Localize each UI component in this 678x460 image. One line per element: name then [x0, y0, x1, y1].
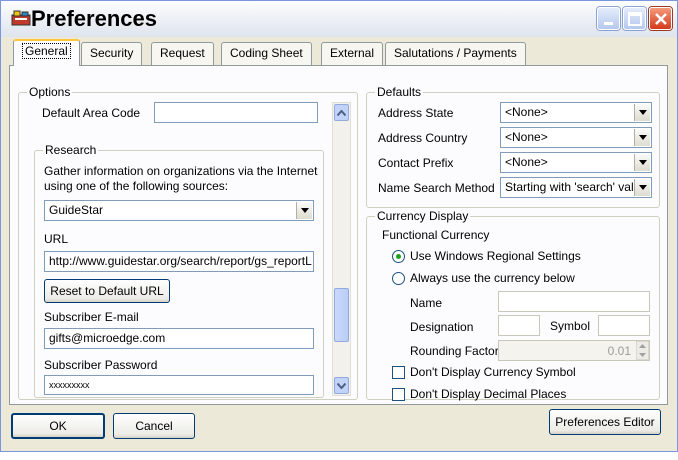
url-input[interactable]: http://www.guidestar.org/search/report/g… — [44, 251, 314, 272]
rounding-factor-value: 0.01 — [607, 344, 631, 358]
subscriber-password-label: Subscriber Password — [44, 358, 158, 372]
minimize-icon — [604, 22, 613, 25]
address-country-select[interactable]: <None> — [500, 127, 652, 148]
currency-name-input[interactable] — [498, 291, 650, 312]
tab-request-label: Request — [160, 46, 205, 60]
default-area-code-input[interactable] — [154, 102, 318, 123]
currency-name-label: Name — [410, 296, 443, 310]
reset-default-url-button[interactable]: Reset to Default URL — [44, 279, 170, 303]
tab-coding-sheet[interactable]: Coding Sheet — [221, 42, 312, 65]
name-search-method-label: Name Search Method — [378, 181, 495, 195]
address-state-label: Address State — [378, 106, 454, 120]
defaults-group-label: Defaults — [375, 85, 424, 99]
name-search-method-value: Starting with 'search' val — [505, 180, 634, 194]
window-title: Preferences — [31, 6, 157, 31]
maximize-button[interactable] — [623, 7, 646, 30]
symbol-input[interactable] — [598, 315, 650, 336]
hide-decimal-places-label[interactable]: Don't Display Decimal Places — [410, 387, 566, 401]
preferences-editor-button[interactable]: Preferences Editor — [549, 409, 661, 435]
research-source-select[interactable]: GuideStar — [44, 200, 314, 221]
tab-salutations-payments-label: Salutations / Payments — [394, 46, 517, 60]
general-tab-panel: Options Default Area Code Research Gathe… — [9, 65, 668, 405]
rounding-factor-input[interactable]: 0.01 — [498, 340, 650, 361]
rounding-factor-label: Rounding Factor — [410, 344, 499, 358]
research-description-line1: Gather information on organizations via … — [44, 164, 318, 178]
subscriber-email-label: Subscriber E-mail — [44, 310, 139, 324]
chevron-up-icon — [337, 109, 346, 116]
chevron-down-icon — [337, 382, 346, 389]
title-bar[interactable]: Preferences — [1, 1, 677, 37]
close-button[interactable] — [649, 7, 672, 30]
subscriber-email-input[interactable]: gifts@microedge.com — [44, 328, 314, 349]
regional-settings-radio[interactable] — [392, 250, 405, 263]
close-icon — [655, 13, 667, 25]
tab-security-label: Security — [90, 46, 134, 60]
currency-below-label[interactable]: Always use the currency below — [410, 271, 575, 285]
tab-external[interactable]: External — [321, 42, 384, 65]
subscriber-password-input[interactable]: xxxxxxxxx — [44, 375, 314, 395]
ok-button[interactable]: OK — [11, 413, 105, 439]
research-description-line2: using one of the following sources: — [44, 179, 229, 193]
chevron-down-icon[interactable] — [634, 179, 650, 196]
tab-general[interactable]: General — [13, 39, 80, 66]
options-scrollbar[interactable] — [332, 102, 351, 396]
hide-currency-symbol-checkbox[interactable] — [392, 366, 405, 379]
scroll-up-button[interactable] — [334, 104, 349, 121]
contact-prefix-value: <None> — [505, 155, 548, 169]
preferences-app-icon — [11, 10, 31, 26]
cancel-button[interactable]: Cancel — [113, 413, 195, 439]
chevron-down-icon[interactable] — [296, 202, 312, 219]
url-label: URL — [44, 232, 69, 246]
maximize-icon — [628, 12, 642, 26]
spinner-updown-icon[interactable] — [636, 341, 649, 360]
contact-prefix-select[interactable]: <None> — [500, 152, 652, 173]
hide-decimal-places-checkbox[interactable] — [392, 388, 405, 401]
name-search-method-select[interactable]: Starting with 'search' val — [500, 177, 652, 198]
tab-external-label: External — [330, 46, 375, 60]
chevron-down-icon[interactable] — [634, 129, 650, 146]
tab-coding-sheet-label: Coding Sheet — [230, 46, 303, 60]
scroll-down-button[interactable] — [334, 377, 349, 394]
designation-input[interactable] — [498, 315, 540, 336]
research-source-value: GuideStar — [49, 203, 104, 217]
hide-currency-symbol-label[interactable]: Don't Display Currency Symbol — [410, 365, 576, 379]
contact-prefix-label: Contact Prefix — [378, 156, 454, 170]
address-state-select[interactable]: <None> — [500, 102, 652, 123]
scroll-thumb[interactable] — [334, 288, 349, 342]
research-group-label: Research — [43, 143, 99, 157]
preferences-window: Preferences General Security Request Cod… — [0, 0, 678, 452]
minimize-button[interactable] — [597, 7, 620, 30]
tab-security[interactable]: Security — [81, 42, 143, 65]
designation-label: Designation — [410, 320, 474, 334]
tab-salutations-payments[interactable]: Salutations / Payments — [385, 42, 526, 65]
default-area-code-label: Default Area Code — [42, 106, 141, 120]
currency-display-group-label: Currency Display — [375, 209, 471, 223]
currency-below-radio[interactable] — [392, 272, 405, 285]
functional-currency-label: Functional Currency — [382, 228, 490, 242]
symbol-label: Symbol — [550, 319, 591, 333]
chevron-down-icon[interactable] — [634, 104, 650, 121]
options-group-label: Options — [27, 85, 73, 99]
address-country-label: Address Country — [378, 131, 468, 145]
chevron-down-icon[interactable] — [634, 154, 650, 171]
tab-general-label: General — [22, 43, 71, 59]
address-country-value: <None> — [505, 130, 548, 144]
address-state-value: <None> — [505, 105, 548, 119]
regional-settings-label[interactable]: Use Windows Regional Settings — [410, 249, 581, 263]
tab-request[interactable]: Request — [151, 42, 214, 65]
